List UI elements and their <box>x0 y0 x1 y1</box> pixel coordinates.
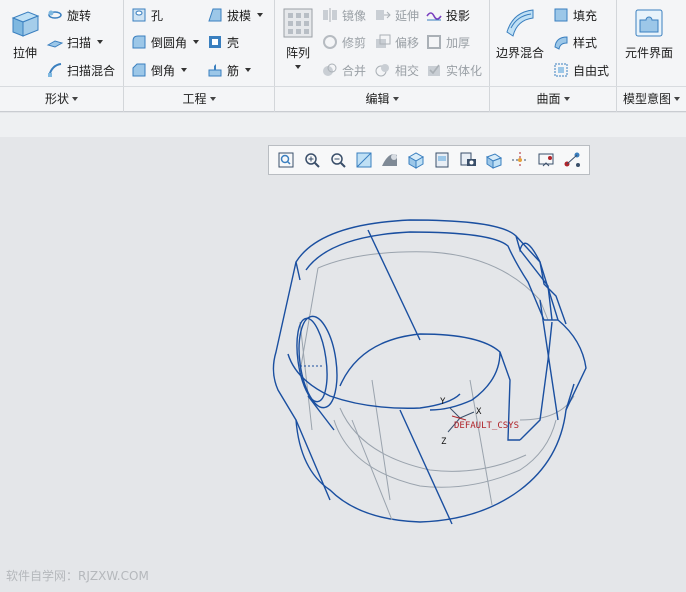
csys-axis-x: X <box>476 407 482 417</box>
wireframe-model[interactable]: Y X Z DEFAULT_CSYS <box>0 0 686 592</box>
csys-axis-y: Y <box>440 397 446 407</box>
default-csys[interactable]: Y X Z DEFAULT_CSYS <box>440 397 519 447</box>
csys-label: DEFAULT_CSYS <box>454 421 519 431</box>
csys-axis-z: Z <box>441 437 447 447</box>
watermark: 软件自学网：RJZXW.COM <box>6 569 149 583</box>
